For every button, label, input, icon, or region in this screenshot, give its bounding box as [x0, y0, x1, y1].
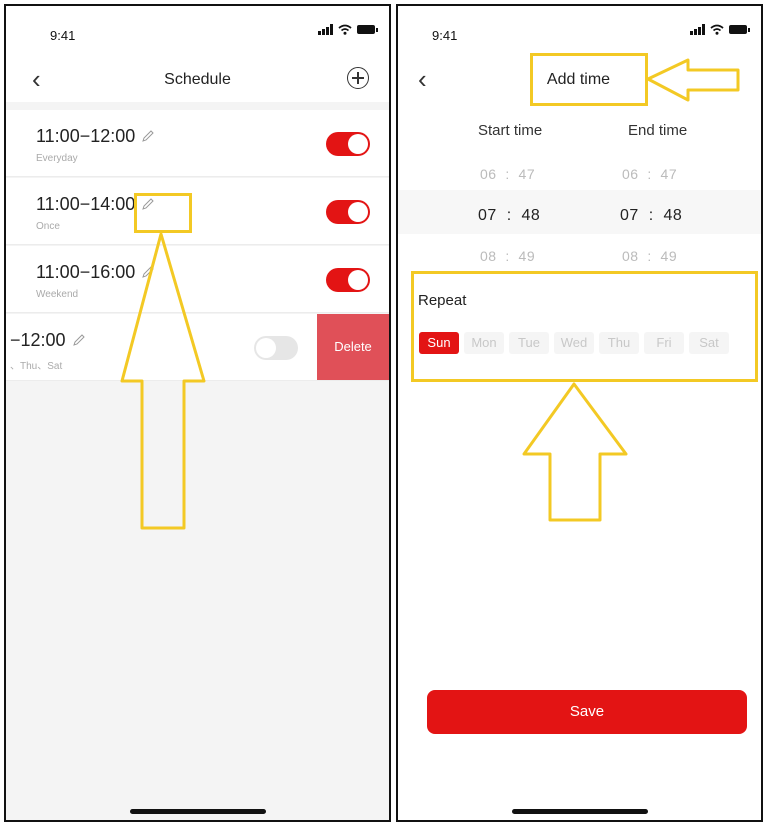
minute: 48 [521, 207, 541, 224]
signal-icon [318, 24, 333, 35]
picker-selected[interactable]: 07 : 48 [478, 207, 540, 225]
edit-icon[interactable] [141, 129, 155, 143]
delete-button[interactable]: Delete [317, 314, 389, 380]
separator: : [647, 248, 652, 264]
minute: 47 [660, 166, 678, 182]
separator: : [505, 248, 510, 264]
highlight-box [134, 193, 192, 233]
edit-icon[interactable] [72, 333, 86, 347]
schedule-row-swiped[interactable]: −12:00 、Thu、Sat Delete [6, 314, 389, 381]
hour: 06 [622, 166, 639, 182]
status-bar: 9:41 [6, 6, 389, 58]
minute: 49 [660, 248, 678, 264]
minute: 49 [518, 248, 536, 264]
hour: 08 [480, 248, 497, 264]
separator: : [506, 207, 512, 224]
schedule-time: 11:00−16:00 [36, 262, 136, 282]
picker-option[interactable]: 06 : 47 [622, 166, 677, 182]
status-time: 9:41 [432, 28, 458, 43]
schedule-time-wrap: −12:00 [10, 330, 86, 351]
hour: 06 [480, 166, 497, 182]
schedule-screen: 9:41 ‹ Schedule 11:00−12:00 Everyday 11:… [4, 4, 391, 822]
picker-selection-band [398, 190, 761, 234]
page-title: Schedule [164, 71, 231, 88]
add-time-form: Start time End time 06 : 47 07 : 48 08 :… [398, 102, 761, 820]
schedule-time: −12:00 [10, 330, 66, 350]
hour: 07 [478, 207, 497, 224]
add-time-screen: 9:41 ‹ Add time Start time End time 06 :… [396, 4, 763, 822]
schedule-row[interactable]: 11:00−16:00 Weekend [6, 246, 389, 313]
battery-icon [729, 25, 750, 34]
home-indicator [511, 809, 648, 814]
schedule-list: 11:00−12:00 Everyday 11:00−14:00 Once 11… [6, 102, 389, 820]
home-indicator [129, 809, 266, 814]
schedule-time-wrap: 11:00−12:00 [36, 126, 155, 147]
schedule-row[interactable]: 11:00−14:00 Once [6, 178, 389, 245]
picker-option[interactable]: 06 : 47 [480, 166, 535, 182]
picker-selected[interactable]: 07 : 48 [620, 207, 682, 225]
signal-icon [690, 24, 705, 35]
schedule-repeat: Weekend [36, 289, 79, 300]
schedule-time: 11:00−12:00 [36, 126, 136, 146]
schedule-repeat: Once [36, 221, 60, 232]
add-schedule-icon[interactable] [347, 67, 369, 89]
schedule-time-wrap: 11:00−16:00 [36, 262, 155, 283]
minute: 47 [518, 166, 536, 182]
separator: : [648, 207, 654, 224]
picker-option[interactable]: 08 : 49 [622, 248, 677, 264]
end-time-label: End time [628, 122, 688, 139]
status-bar: 9:41 [398, 6, 761, 58]
schedule-toggle[interactable] [326, 200, 370, 224]
schedule-row[interactable]: 11:00−12:00 Everyday [6, 110, 389, 177]
schedule-toggle[interactable] [326, 132, 370, 156]
battery-icon [357, 25, 378, 34]
edit-icon[interactable] [141, 265, 155, 279]
highlight-box-title [530, 53, 648, 106]
wifi-icon [338, 24, 352, 35]
schedule-repeat: 、Thu、Sat [10, 361, 63, 372]
hour: 08 [622, 248, 639, 264]
wifi-icon [710, 24, 724, 35]
schedule-time: 11:00−14:00 [36, 194, 136, 214]
status-icons [318, 24, 378, 35]
start-time-label: Start time [478, 122, 543, 139]
status-icons [690, 24, 750, 35]
picker-option[interactable]: 08 : 49 [480, 248, 535, 264]
status-time: 9:41 [50, 28, 76, 43]
separator: : [647, 166, 652, 182]
hour: 07 [620, 207, 639, 224]
nav-bar: ‹ Schedule [6, 58, 389, 102]
minute: 48 [663, 207, 683, 224]
highlight-box-repeat [411, 271, 758, 382]
schedule-repeat: Everyday [36, 153, 78, 164]
schedule-toggle[interactable] [254, 336, 298, 360]
schedule-toggle[interactable] [326, 268, 370, 292]
separator: : [505, 166, 510, 182]
save-button[interactable]: Save [427, 690, 747, 734]
